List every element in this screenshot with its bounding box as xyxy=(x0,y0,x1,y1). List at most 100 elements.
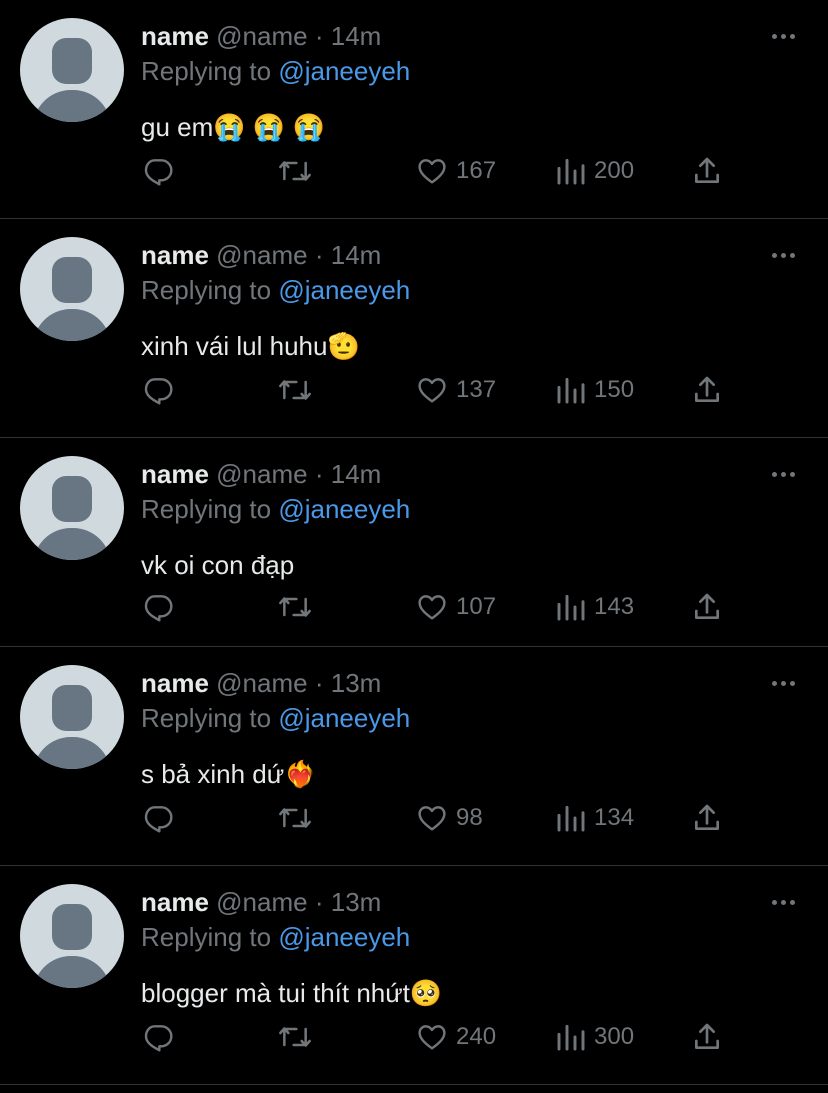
reply-button[interactable] xyxy=(142,801,174,835)
views-icon xyxy=(557,805,585,832)
more-dots-icon[interactable] xyxy=(772,245,800,265)
tweet-text: s bả xinh dứ❤️‍🔥 xyxy=(141,759,317,789)
display-name[interactable]: name xyxy=(141,459,209,489)
avatar[interactable] xyxy=(20,18,124,122)
like-button[interactable]: 167 xyxy=(416,154,496,188)
reply-feed: name @name · 14m Replying to @janeeyeh g… xyxy=(0,0,828,1085)
replying-to-label: Replying to xyxy=(141,275,272,305)
like-button[interactable]: 107 xyxy=(416,590,496,624)
display-name[interactable]: name xyxy=(141,668,209,698)
share-button[interactable] xyxy=(691,590,723,624)
avatar-shoulders-shape xyxy=(33,90,111,122)
retweet-button[interactable] xyxy=(277,154,313,188)
replying-to-line: Replying to @janeeyeh xyxy=(141,55,410,87)
share-icon xyxy=(695,804,719,830)
view-count: 300 xyxy=(594,1023,635,1050)
user-handle[interactable]: @name xyxy=(216,240,307,270)
replying-to-label: Replying to xyxy=(141,922,272,952)
like-button[interactable]: 240 xyxy=(416,1020,496,1054)
timestamp[interactable]: 14m xyxy=(331,21,382,51)
view-count: 200 xyxy=(594,157,635,184)
reply-button[interactable] xyxy=(142,1020,174,1054)
replying-to-handle[interactable]: @janeeyeh xyxy=(278,56,410,86)
heart-icon xyxy=(418,159,446,184)
display-name[interactable]: name xyxy=(141,887,209,917)
reply-icon xyxy=(144,159,173,186)
like-count: 107 xyxy=(456,593,497,620)
retweet-button[interactable] xyxy=(277,801,313,835)
separator-dot: · xyxy=(314,459,324,489)
tweet-header: name @name · 14m xyxy=(141,20,381,52)
avatar[interactable] xyxy=(20,456,124,560)
views-button[interactable]: 134 xyxy=(556,801,634,835)
views-button[interactable]: 150 xyxy=(556,373,634,407)
user-handle[interactable]: @name xyxy=(216,459,307,489)
like-button[interactable]: 137 xyxy=(416,373,496,407)
reply-button[interactable] xyxy=(142,373,174,407)
avatar[interactable] xyxy=(20,237,124,341)
timestamp[interactable]: 13m xyxy=(331,887,382,917)
tweet[interactable]: name @name · 14m Replying to @janeeyeh g… xyxy=(0,0,828,219)
user-handle[interactable]: @name xyxy=(216,887,307,917)
avatar-shoulders-shape xyxy=(33,956,111,988)
more-dots-icon[interactable] xyxy=(772,464,800,484)
retweet-button[interactable] xyxy=(277,1020,313,1054)
share-button[interactable] xyxy=(691,373,723,407)
views-icon xyxy=(557,377,585,404)
replying-to-handle[interactable]: @janeeyeh xyxy=(278,494,410,524)
replying-to-line: Replying to @janeeyeh xyxy=(141,274,410,306)
more-dots-icon[interactable] xyxy=(772,673,800,693)
avatar-head-shape xyxy=(52,257,92,303)
user-handle[interactable]: @name xyxy=(216,21,307,51)
share-icon xyxy=(695,1023,719,1049)
timestamp[interactable]: 14m xyxy=(331,459,382,489)
avatar-head-shape xyxy=(52,904,92,950)
more-dots-icon[interactable] xyxy=(772,26,800,46)
avatar-shoulders-shape xyxy=(33,528,111,560)
views-button[interactable]: 300 xyxy=(556,1020,634,1054)
tweet-text: blogger mà tui thít nhứt🥺 xyxy=(141,978,443,1008)
replying-to-label: Replying to xyxy=(141,56,272,86)
tweet[interactable]: name @name · 14m Replying to @janeeyeh v… xyxy=(0,438,828,647)
like-count: 137 xyxy=(456,376,497,403)
timestamp[interactable]: 13m xyxy=(331,668,382,698)
views-icon xyxy=(557,158,585,185)
avatar[interactable] xyxy=(20,665,124,769)
retweet-button[interactable] xyxy=(277,590,313,624)
more-dots-icon[interactable] xyxy=(772,892,800,912)
tweet[interactable]: name @name · 13m Replying to @janeeyeh s… xyxy=(0,647,828,866)
tweet[interactable]: name @name · 13m Replying to @janeeyeh b… xyxy=(0,866,828,1085)
views-button[interactable]: 143 xyxy=(556,590,634,624)
share-button[interactable] xyxy=(691,801,723,835)
avatar[interactable] xyxy=(20,884,124,988)
action-bar: 98 134 xyxy=(0,797,828,837)
retweet-icon xyxy=(279,597,311,617)
share-button[interactable] xyxy=(691,154,723,188)
retweet-icon xyxy=(279,380,311,400)
views-button[interactable]: 200 xyxy=(556,154,634,188)
display-name[interactable]: name xyxy=(141,21,209,51)
retweet-button[interactable] xyxy=(277,373,313,407)
replying-to-label: Replying to xyxy=(141,494,272,524)
replying-to-handle[interactable]: @janeeyeh xyxy=(278,275,410,305)
like-count: 240 xyxy=(456,1023,497,1050)
reply-button[interactable] xyxy=(142,590,174,624)
reply-icon xyxy=(144,806,173,833)
view-count: 143 xyxy=(594,593,635,620)
like-button[interactable]: 98 xyxy=(416,801,483,835)
replying-to-line: Replying to @janeeyeh xyxy=(141,702,410,734)
timestamp[interactable]: 14m xyxy=(331,240,382,270)
tweet[interactable]: name @name · 14m Replying to @janeeyeh x… xyxy=(0,219,828,438)
avatar-head-shape xyxy=(52,685,92,731)
share-button[interactable] xyxy=(691,1020,723,1054)
replying-to-label: Replying to xyxy=(141,703,272,733)
action-bar: 167 200 xyxy=(0,150,828,190)
tweet-header: name @name · 13m xyxy=(141,667,381,699)
avatar-head-shape xyxy=(52,38,92,84)
display-name[interactable]: name xyxy=(141,240,209,270)
user-handle[interactable]: @name xyxy=(216,668,307,698)
view-count: 150 xyxy=(594,376,635,403)
replying-to-handle[interactable]: @janeeyeh xyxy=(278,922,410,952)
replying-to-handle[interactable]: @janeeyeh xyxy=(278,703,410,733)
reply-button[interactable] xyxy=(142,154,174,188)
